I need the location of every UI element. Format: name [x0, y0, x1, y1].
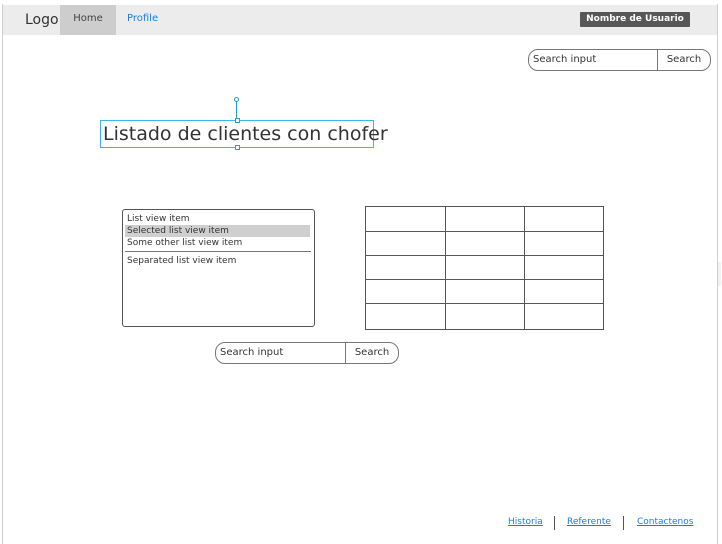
nav-home-tab[interactable]: Home [60, 5, 116, 35]
page-frame [2, 4, 718, 544]
list-separator [125, 251, 311, 252]
footer-separator [554, 516, 555, 530]
table-row-divider [366, 255, 603, 256]
footer-link-referente[interactable]: Referente [567, 517, 611, 527]
top-search-input[interactable]: Search input [529, 50, 663, 70]
page-title: Listado de clientes con chofer [103, 123, 388, 145]
nav-profile-link[interactable]: Profile [127, 5, 158, 35]
table-row-divider [366, 303, 603, 304]
footer-link-historia[interactable]: Historia [508, 517, 543, 527]
resize-handle-bottom[interactable] [235, 145, 240, 150]
top-navbar: Logo Home Profile Nombre de Usuario [3, 5, 717, 35]
bottom-search-button[interactable]: Search [345, 343, 398, 363]
scrollbar-thumb[interactable] [718, 262, 721, 286]
list-item-selected[interactable]: Selected list view item [125, 225, 310, 237]
footer-separator [623, 516, 624, 530]
list-item[interactable]: Separated list view item [125, 255, 236, 267]
data-table-grid [365, 206, 604, 330]
list-item[interactable]: List view item [125, 213, 190, 225]
bottom-search-input[interactable]: Search input [216, 343, 350, 363]
rotation-handle[interactable] [234, 97, 239, 102]
client-list-view: List view item Selected list view item S… [122, 209, 315, 327]
table-row-divider [366, 231, 603, 232]
user-name-button[interactable]: Nombre de Usuario [580, 12, 690, 27]
top-search-bar: Search input Search [528, 49, 711, 71]
footer-link-contactenos[interactable]: Contactenos [637, 517, 693, 527]
resize-handle-top[interactable] [235, 118, 240, 123]
table-row-divider [366, 279, 603, 280]
table-column-divider [524, 207, 525, 329]
logo: Logo [25, 12, 59, 28]
top-search-button[interactable]: Search [657, 50, 710, 70]
list-item[interactable]: Some other list view item [125, 237, 242, 249]
table-column-divider [445, 207, 446, 329]
bottom-search-bar: Search input Search [215, 342, 399, 364]
page-title-selection[interactable]: Listado de clientes con chofer [100, 118, 388, 150]
